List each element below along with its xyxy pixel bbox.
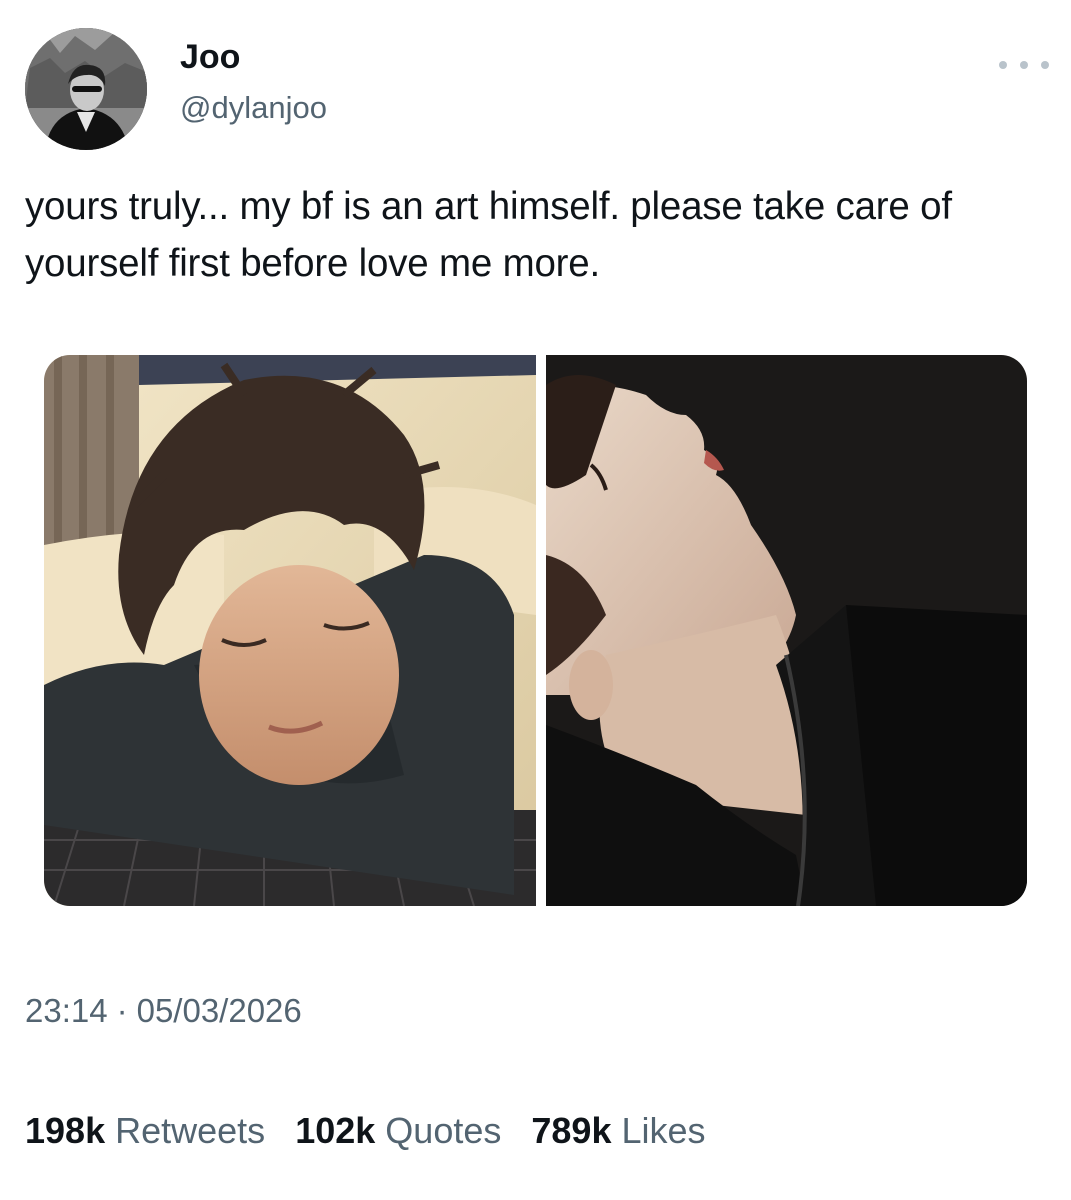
quotes-stat[interactable]: 102k Quotes: [295, 1113, 501, 1149]
author-display-name[interactable]: Joo: [180, 40, 240, 74]
tweet-time[interactable]: 23:14: [25, 994, 108, 1027]
retweets-label: Retweets: [115, 1110, 266, 1151]
likes-label: Likes: [621, 1110, 706, 1151]
engagement-stats: 198k Retweets 102k Quotes 789k Likes: [25, 1113, 736, 1149]
author-avatar[interactable]: [25, 28, 147, 150]
timestamp-separator: ·: [116, 992, 128, 1029]
more-dot: [1041, 61, 1049, 69]
tweet-date[interactable]: 05/03/2026: [137, 994, 302, 1027]
media-photo-2[interactable]: [546, 355, 1027, 906]
likes-stat[interactable]: 789k Likes: [531, 1113, 705, 1149]
tweet-text: yours truly... my bf is an art himself. …: [25, 185, 952, 285]
photo-sleeping-icon: [44, 355, 536, 906]
avatar-image: [25, 28, 147, 150]
media-grid: [44, 355, 1027, 906]
tweet-timestamp[interactable]: 23:14 · 05/03/2026: [25, 994, 302, 1027]
retweets-stat[interactable]: 198k Retweets: [25, 1113, 265, 1149]
retweets-count: 198k: [25, 1110, 106, 1151]
more-dot: [1020, 61, 1028, 69]
more-dot: [999, 61, 1007, 69]
quotes-count: 102k: [295, 1110, 376, 1151]
more-options-icon[interactable]: [999, 58, 1049, 72]
tweet-card: Joo @dylanjoo yours truly... my bf is an…: [0, 0, 1071, 1200]
photo-head-tilted-icon: [546, 355, 1027, 906]
likes-count: 789k: [531, 1110, 612, 1151]
author-handle[interactable]: @dylanjoo: [180, 92, 327, 123]
media-photo-1[interactable]: [44, 355, 536, 906]
quotes-label: Quotes: [385, 1110, 502, 1151]
